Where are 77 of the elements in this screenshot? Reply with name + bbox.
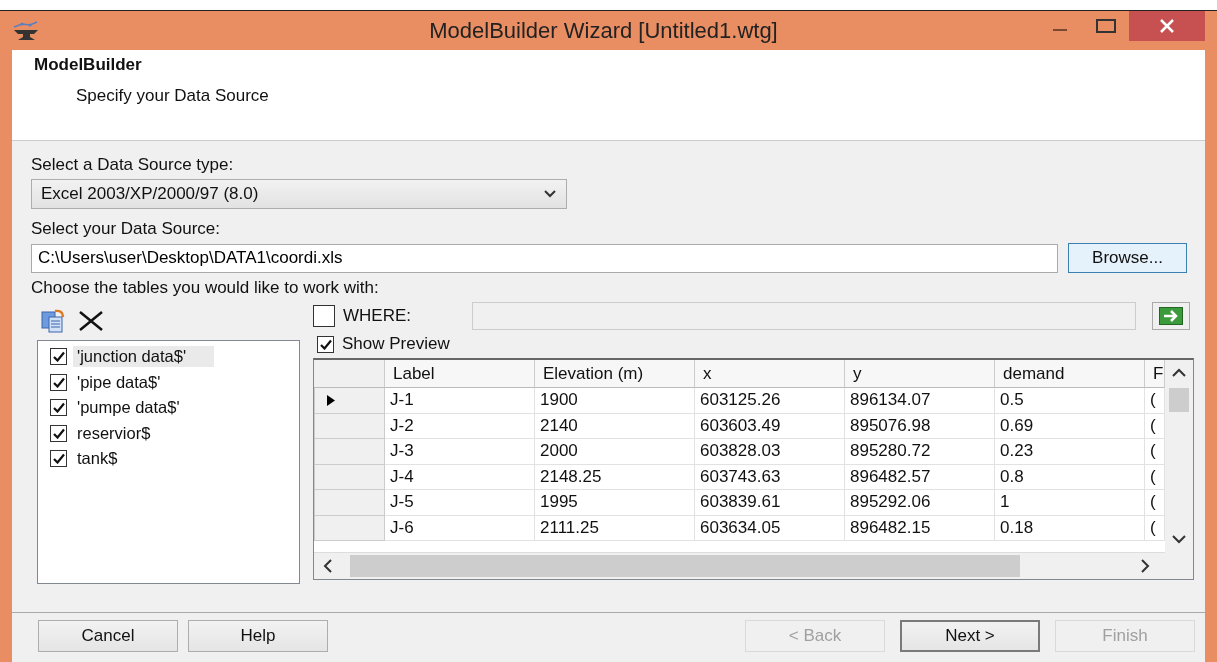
current-row-icon [327, 394, 335, 406]
wizard-button[interactable]: Next > [900, 619, 1040, 652]
table-cell: 2000 [535, 439, 695, 465]
checkbox[interactable] [313, 305, 335, 327]
table-list-item[interactable]: 'junction data$' [73, 346, 215, 368]
checkbox[interactable] [50, 373, 67, 391]
table-cell: 895292.06 [845, 490, 995, 516]
table-cell: 2148.25 [535, 464, 695, 490]
column-header[interactable]: Label [385, 360, 535, 388]
checkbox-label: WHERE: [343, 306, 412, 326]
vertical-scrollbar[interactable] [1165, 360, 1193, 553]
table-cell: 1 [995, 490, 1145, 516]
table-cell: J-2 [385, 413, 535, 439]
table-cell: J-3 [385, 439, 535, 465]
dialog-button[interactable]: Help [188, 619, 328, 652]
wizard-subtitle: Specify your Data Source [76, 86, 270, 106]
table-cell: 0.18 [995, 515, 1145, 541]
field-label: Choose the tables you would like to work with: [31, 278, 380, 298]
table-cell: 603839.61 [695, 490, 845, 516]
paste-icon[interactable] [41, 309, 67, 333]
table-cell: 603603.49 [695, 413, 845, 439]
table-cell: 0.8 [995, 464, 1145, 490]
column-header[interactable]: y [845, 360, 995, 388]
table-cell: 603743.63 [695, 464, 845, 490]
table-cell: 895280.72 [845, 439, 995, 465]
maximize-icon [1096, 19, 1116, 33]
column-header[interactable]: x [695, 360, 845, 388]
data-source-type-dropdown[interactable]: Excel 2003/XP/2000/97 (8.0) [31, 179, 567, 209]
table-list-item[interactable]: tank$ [73, 448, 122, 470]
row-header[interactable] [314, 388, 385, 414]
table-list-item[interactable]: 'pipe data$' [73, 371, 165, 393]
table-cell: J-6 [385, 515, 535, 541]
table-cell: J-1 [385, 388, 535, 414]
field-label: Select your Data Source: [31, 219, 221, 239]
checkbox-label: Show Preview [342, 334, 450, 354]
arrow-right-icon [1159, 307, 1183, 325]
delete-icon[interactable] [77, 309, 105, 333]
table-cell: 0.5 [995, 388, 1145, 414]
table-cell: 896482.57 [845, 464, 995, 490]
window-title: ModelBuilder Wizard [Untitled1.wtg] [428, 17, 779, 44]
browse-button[interactable]: Browse... [1068, 243, 1187, 273]
checkbox[interactable] [50, 399, 67, 417]
apply-button[interactable] [1152, 302, 1190, 330]
minimize-icon [1053, 29, 1067, 31]
checkbox[interactable] [50, 348, 67, 366]
checkbox[interactable] [50, 450, 67, 468]
dialog-button[interactable]: Cancel [38, 619, 178, 652]
table-cell: 1900 [535, 388, 695, 414]
column-header[interactable]: Elevation (m) [535, 360, 695, 388]
table-cell: 2111.25 [535, 515, 695, 541]
table-cell: 603634.05 [695, 515, 845, 541]
table-cell: 1995 [535, 490, 695, 516]
where-field[interactable] [472, 302, 1136, 330]
anvil-icon [12, 18, 40, 43]
checkbox[interactable] [50, 424, 67, 442]
table-cell: 0.23 [995, 439, 1145, 465]
table-cell: 0.69 [995, 413, 1145, 439]
data-source-path-field[interactable]: C:\Users\user\Desktop\DATA1\coordi.xls [31, 243, 1058, 273]
table-cell: 603828.03 [695, 439, 845, 465]
table-cell: J-5 [385, 490, 535, 516]
close-button[interactable] [1129, 11, 1205, 41]
table-cell: J-4 [385, 464, 535, 490]
table-list-item[interactable]: reservior$ [73, 422, 155, 444]
horizontal-scrollbar[interactable] [314, 552, 1165, 579]
checkbox[interactable] [317, 335, 334, 353]
table-list-item[interactable]: 'pumpe data$' [73, 397, 184, 419]
table-cell: 896482.15 [845, 515, 995, 541]
table-cell: 603125.26 [695, 388, 845, 414]
table-cell: 895076.98 [845, 413, 995, 439]
column-header[interactable]: F [1145, 360, 1165, 388]
column-header[interactable]: demand [995, 360, 1145, 388]
table-cell: 2140 [535, 413, 695, 439]
field-label: Select a Data Source type: [31, 155, 235, 175]
chevron-down-icon [544, 190, 556, 198]
table-cell: 896134.07 [845, 388, 995, 414]
wizard-title: ModelBuilder [34, 55, 143, 75]
close-icon [1159, 19, 1175, 33]
